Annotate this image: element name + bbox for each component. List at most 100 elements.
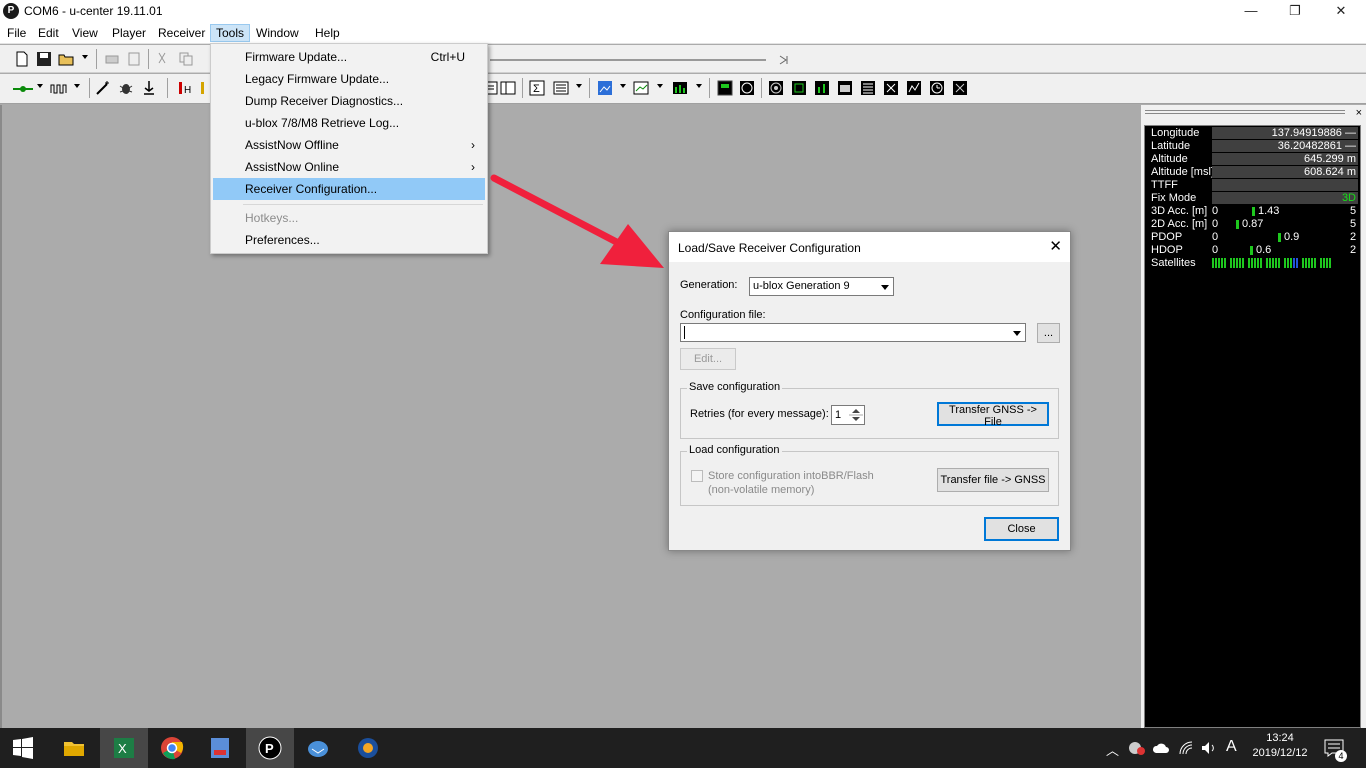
receiver-config-dialog: Load/Save Receiver Configuration ✕ Gener… [668, 231, 1071, 551]
network-warning-icon[interactable] [1128, 740, 1146, 756]
autobaud-wand-icon[interactable] [95, 80, 111, 96]
spinner-arrows-icon[interactable] [849, 407, 863, 423]
statistics-sigma-icon[interactable]: Σ [529, 80, 545, 96]
menu-item-preferences[interactable]: Preferences... [213, 229, 485, 251]
debug-bug-icon[interactable] [118, 80, 134, 96]
windows-start-icon[interactable] [12, 737, 34, 759]
menu-tools[interactable]: Tools [210, 24, 251, 42]
menu-item-firmware-update[interactable]: Firmware Update... Ctrl+U [213, 46, 485, 68]
satellite-signal-bar [1236, 258, 1238, 268]
map-view-icon[interactable] [597, 80, 613, 96]
save-icon[interactable] [36, 51, 52, 67]
bar-min: 0 [1212, 205, 1219, 217]
table-view-icon[interactable] [500, 80, 516, 96]
data-view-icon[interactable] [717, 80, 733, 96]
panel-close-button[interactable]: × [1356, 107, 1362, 119]
clock[interactable]: 13:24 2019/12/12 [1250, 732, 1310, 768]
connection-dropdown[interactable] [37, 84, 43, 88]
deviation-map-icon[interactable] [791, 80, 807, 96]
satellite-signal-bar [1278, 258, 1280, 268]
menu-item-assistnow-online[interactable]: AssistNow Online › [213, 156, 485, 178]
u-center-app-icon[interactable]: P [258, 736, 282, 760]
open-dropdown-arrow[interactable] [82, 55, 88, 59]
table-data-icon[interactable] [860, 80, 876, 96]
menu-item-dump-diagnostics[interactable]: Dump Receiver Diagnostics... [213, 90, 485, 112]
satellite-view-icon[interactable] [883, 80, 899, 96]
new-file-icon[interactable] [14, 51, 30, 67]
menu-item-assistnow-offline[interactable]: AssistNow Offline › [213, 134, 485, 156]
retries-stepper[interactable]: 1 [831, 405, 865, 425]
antenna-icon[interactable] [141, 80, 157, 96]
chevron-down-icon[interactable] [877, 279, 892, 294]
maximize-button[interactable]: ❐ [1272, 0, 1318, 22]
packet-console-icon[interactable] [952, 80, 968, 96]
connection-icon[interactable] [12, 81, 34, 97]
minimize-button[interactable]: — [1228, 0, 1274, 22]
save-configuration-group: Save configuration Retries (for every me… [680, 381, 1059, 439]
chrome-icon[interactable] [160, 736, 184, 760]
tools-menu: Firmware Update... Ctrl+U Legacy Firmwar… [210, 43, 488, 254]
volume-icon[interactable] [1200, 740, 1218, 756]
cloud-icon[interactable] [1152, 740, 1170, 756]
media-app-icon[interactable] [356, 736, 380, 760]
baudrate-dropdown[interactable] [74, 84, 80, 88]
tray-chevron-icon[interactable]: ︿ [1106, 740, 1119, 768]
browse-button[interactable]: ... [1037, 323, 1060, 343]
chart-view-icon[interactable] [633, 80, 649, 96]
generation-label: Generation: [680, 279, 738, 291]
compass-view-icon[interactable] [739, 80, 755, 96]
menu-item-receiver-configuration[interactable]: Receiver Configuration... [213, 178, 485, 200]
sky-view-icon[interactable] [768, 80, 784, 96]
transfer-gnss-to-file-button[interactable]: Transfer GNSS -> File [937, 402, 1049, 428]
menu-help[interactable]: Help [310, 24, 345, 42]
ime-indicator[interactable]: A [1226, 738, 1237, 768]
file-explorer-icon[interactable] [62, 736, 86, 760]
transfer-file-to-gnss-button[interactable]: Transfer file -> GNSS [937, 468, 1049, 492]
row-value: 608.624 m [1212, 166, 1358, 178]
satellite-signal-bar [1296, 258, 1298, 268]
menu-item-hotkeys: Hotkeys... [213, 207, 485, 229]
menu-receiver[interactable]: Receiver [153, 24, 210, 42]
open-folder-icon[interactable] [58, 51, 74, 67]
config-file-input[interactable] [680, 323, 1026, 342]
camera-view-icon[interactable] [837, 80, 853, 96]
wifi-icon[interactable] [1178, 740, 1194, 756]
messages-dropdown[interactable] [576, 84, 582, 88]
generation-select[interactable]: u-blox Generation 9 [749, 277, 894, 296]
bar-max: 5 [1350, 218, 1357, 230]
close-button[interactable]: Close [984, 517, 1059, 541]
pdf-tool-icon[interactable] [208, 736, 232, 760]
menu-item-retrieve-log[interactable]: u-blox 7/8/M8 Retrieve Log... [213, 112, 485, 134]
svg-text:X: X [118, 741, 127, 756]
warm-start-icon[interactable] [198, 80, 208, 96]
menu-view[interactable]: View [67, 24, 103, 42]
baudrate-icon[interactable] [50, 81, 68, 97]
clock-view-icon[interactable] [929, 80, 945, 96]
playback-slider[interactable] [490, 55, 790, 65]
menu-window[interactable]: Window [251, 24, 304, 42]
menu-edit[interactable]: Edit [33, 24, 64, 42]
menu-item-label: u-blox 7/8/M8 Retrieve Log... [245, 116, 400, 130]
menu-file[interactable]: File [2, 24, 31, 42]
menu-player[interactable]: Player [107, 24, 151, 42]
bar-max: 2 [1350, 231, 1357, 243]
chevron-down-icon[interactable] [1009, 325, 1024, 340]
messages-view-icon[interactable] [553, 80, 569, 96]
toolbar-separator [96, 49, 97, 69]
spectrum-view-icon[interactable] [906, 80, 922, 96]
hot-start-icon[interactable]: H [176, 80, 192, 96]
close-window-button[interactable]: ✕ [1318, 0, 1364, 22]
histogram-view-icon[interactable] [672, 80, 688, 96]
menu-item-legacy-firmware-update[interactable]: Legacy Firmware Update... [213, 68, 485, 90]
svg-text:P: P [265, 741, 274, 756]
excel-icon[interactable]: X [112, 736, 136, 760]
mail-client-icon[interactable] [306, 736, 330, 760]
chart-dropdown[interactable] [657, 84, 663, 88]
panel-grip[interactable] [1145, 110, 1345, 114]
row-label: Altitude [msl] [1151, 166, 1214, 178]
map-dropdown[interactable] [620, 84, 626, 88]
histogram-dropdown[interactable] [696, 84, 702, 88]
main-toolbar [0, 45, 1366, 73]
dialog-close-icon[interactable]: ✕ [1049, 237, 1062, 255]
signal-view-icon[interactable] [814, 80, 830, 96]
